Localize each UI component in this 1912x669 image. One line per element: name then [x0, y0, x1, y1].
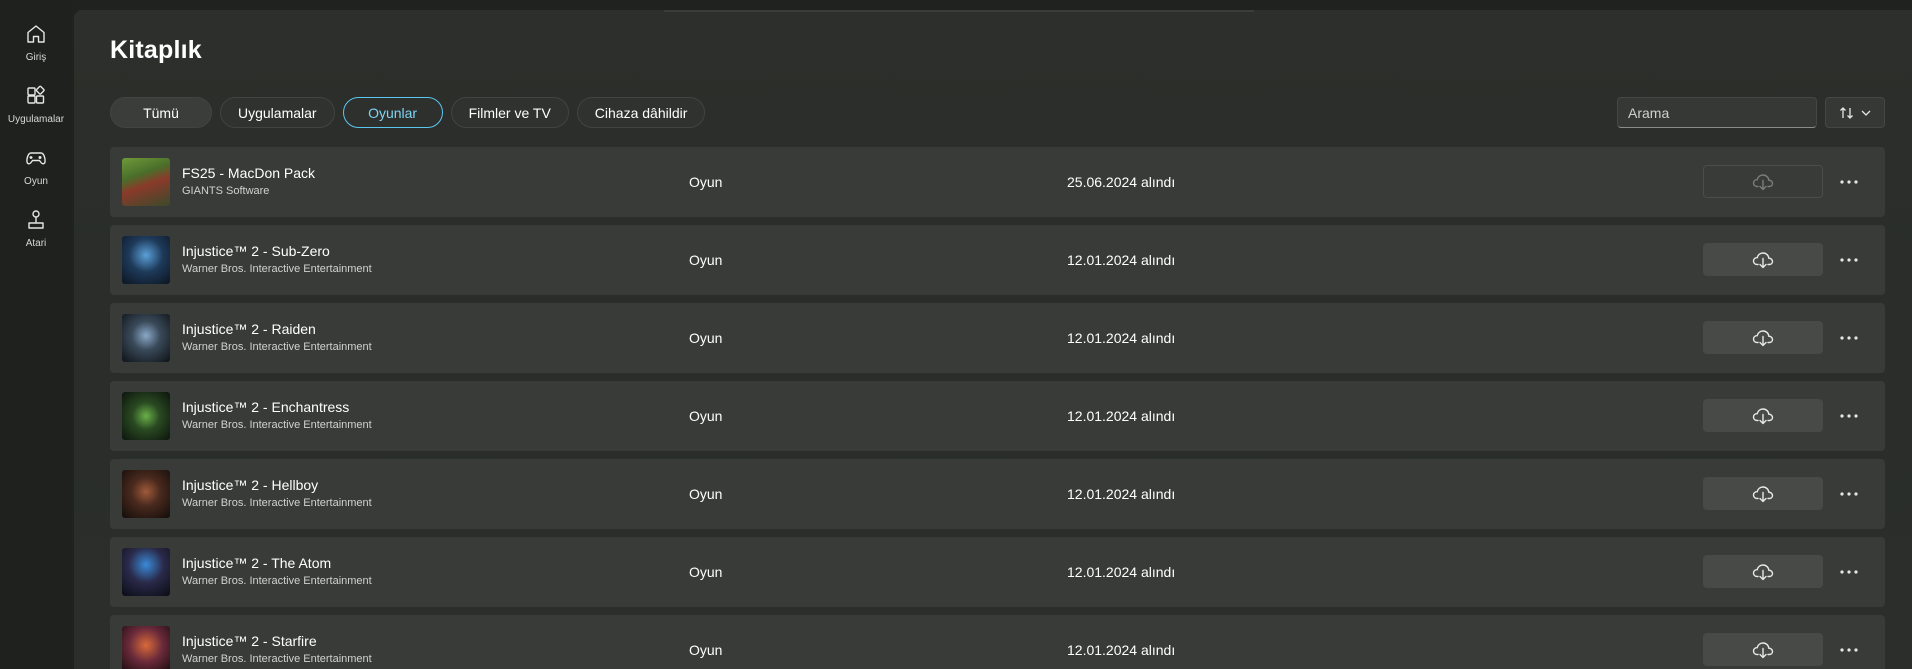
game-thumbnail [122, 314, 170, 362]
cloud-download-icon [1752, 407, 1774, 424]
divider [664, 10, 1254, 12]
more-icon [1840, 647, 1858, 652]
item-publisher: GIANTS Software [182, 185, 270, 197]
more-icon [1840, 257, 1858, 262]
chip-apps[interactable]: Uygulamalar [220, 97, 335, 128]
sort-button[interactable] [1825, 97, 1885, 128]
item-type: Oyun [689, 642, 723, 658]
page-title: Kitaplık [110, 36, 202, 64]
library-panel: Kitaplık Tümü Uygulamalar Oyunlar Filmle… [74, 10, 1912, 669]
sidebar-item-arcade[interactable]: Atari [0, 204, 72, 260]
item-publisher: Warner Bros. Interactive Entertainment [182, 575, 372, 587]
game-thumbnail [122, 236, 170, 284]
download-button[interactable] [1703, 399, 1823, 432]
more-icon [1840, 491, 1858, 496]
game-thumbnail [122, 392, 170, 440]
search-box[interactable] [1617, 97, 1817, 128]
sidebar-item-label: Oyun [24, 176, 48, 187]
sidebar-item-home[interactable]: Giriş [0, 18, 72, 74]
more-options-button[interactable] [1831, 243, 1867, 276]
download-button[interactable] [1703, 633, 1823, 666]
item-title: Injustice™ 2 - Starfire [182, 633, 317, 649]
library-row[interactable]: Injustice™ 2 - Hellboy Warner Bros. Inte… [110, 459, 1885, 529]
item-type: Oyun [689, 564, 723, 580]
item-type: Oyun [689, 330, 723, 346]
home-icon [27, 25, 45, 43]
sidebar-item-label: Giriş [25, 52, 47, 63]
download-button[interactable] [1703, 165, 1823, 198]
acquired-date: 12.01.2024 alındı [1067, 564, 1176, 580]
acquired-date: 12.01.2024 alındı [1067, 408, 1176, 424]
chevron-down-icon [1861, 110, 1871, 116]
search-input[interactable] [1628, 104, 1809, 121]
item-publisher: Warner Bros. Interactive Entertainment [182, 419, 372, 431]
library-row[interactable]: Injustice™ 2 - Starfire Warner Bros. Int… [110, 615, 1885, 669]
item-type: Oyun [689, 408, 723, 424]
cloud-download-icon [1752, 563, 1774, 580]
item-title: Injustice™ 2 - Hellboy [182, 477, 319, 493]
cloud-download-icon [1752, 485, 1774, 502]
sidebar-item-apps[interactable]: Uygulamalar [0, 80, 72, 136]
download-button[interactable] [1703, 243, 1823, 276]
joystick-icon [28, 210, 44, 229]
acquired-date: 12.01.2024 alındı [1067, 330, 1176, 346]
apps-icon [27, 85, 45, 104]
library-row[interactable]: Injustice™ 2 - The Atom Warner Bros. Int… [110, 537, 1885, 607]
sidebar-item-label: Atari [25, 238, 47, 249]
more-icon [1840, 569, 1858, 574]
item-title: Injustice™ 2 - Raiden [182, 321, 316, 337]
gamepad-icon [26, 152, 46, 165]
chip-games[interactable]: Oyunlar [342, 97, 443, 128]
chip-all[interactable]: Tümü [110, 97, 212, 128]
item-type: Oyun [689, 252, 723, 268]
item-publisher: Warner Bros. Interactive Entertainment [182, 497, 372, 509]
acquired-date: 25.06.2024 alındı [1067, 174, 1176, 190]
library-row[interactable]: Injustice™ 2 - Raiden Warner Bros. Inter… [110, 303, 1885, 373]
game-thumbnail [122, 470, 170, 518]
sidebar-item-label: Uygulamalar [7, 114, 65, 125]
library-row[interactable]: Injustice™ 2 - Enchantress Warner Bros. … [110, 381, 1885, 451]
library-list: FS25 - MacDon Pack GIANTS Software Oyun … [110, 147, 1885, 669]
more-options-button[interactable] [1831, 165, 1867, 198]
item-title: Injustice™ 2 - Enchantress [182, 399, 350, 415]
more-icon [1840, 413, 1858, 418]
cloud-download-icon [1752, 329, 1774, 346]
sidebar-item-gaming[interactable]: Oyun [0, 142, 72, 198]
item-title: Injustice™ 2 - The Atom [182, 555, 332, 571]
acquired-date: 12.01.2024 alındı [1067, 252, 1176, 268]
more-icon [1840, 335, 1858, 340]
game-thumbnail [122, 158, 170, 206]
cloud-download-icon [1752, 641, 1774, 658]
item-type: Oyun [689, 486, 723, 502]
item-title: Injustice™ 2 - Sub-Zero [182, 243, 330, 259]
game-thumbnail [122, 626, 170, 669]
item-title: FS25 - MacDon Pack [182, 165, 316, 181]
sidebar: Giriş Uygulamalar Oyun Atari [0, 0, 72, 669]
download-button[interactable] [1703, 477, 1823, 510]
more-options-button[interactable] [1831, 633, 1867, 666]
app-window: Giriş Uygulamalar Oyun Atari Kitaplık Tü… [0, 0, 1912, 669]
more-icon [1840, 179, 1858, 184]
cloud-download-icon [1752, 173, 1774, 190]
library-row[interactable]: FS25 - MacDon Pack GIANTS Software Oyun … [110, 147, 1885, 217]
filter-chips: Tümü Uygulamalar Oyunlar Filmler ve TV C… [110, 97, 706, 130]
more-options-button[interactable] [1831, 477, 1867, 510]
acquired-date: 12.01.2024 alındı [1067, 486, 1176, 502]
more-options-button[interactable] [1831, 399, 1867, 432]
download-button[interactable] [1703, 321, 1823, 354]
acquired-date: 12.01.2024 alındı [1067, 642, 1176, 658]
game-thumbnail [122, 548, 170, 596]
sort-icon [1840, 106, 1853, 119]
cloud-download-icon [1752, 251, 1774, 268]
chip-movies-tv[interactable]: Filmler ve TV [450, 97, 569, 128]
chip-included-with-device[interactable]: Cihaza dâhildir [576, 97, 706, 128]
item-publisher: Warner Bros. Interactive Entertainment [182, 341, 372, 353]
library-row[interactable]: Injustice™ 2 - Sub-Zero Warner Bros. Int… [110, 225, 1885, 295]
more-options-button[interactable] [1831, 321, 1867, 354]
item-type: Oyun [689, 174, 723, 190]
item-publisher: Warner Bros. Interactive Entertainment [182, 263, 372, 275]
more-options-button[interactable] [1831, 555, 1867, 588]
download-button[interactable] [1703, 555, 1823, 588]
item-publisher: Warner Bros. Interactive Entertainment [182, 653, 372, 665]
